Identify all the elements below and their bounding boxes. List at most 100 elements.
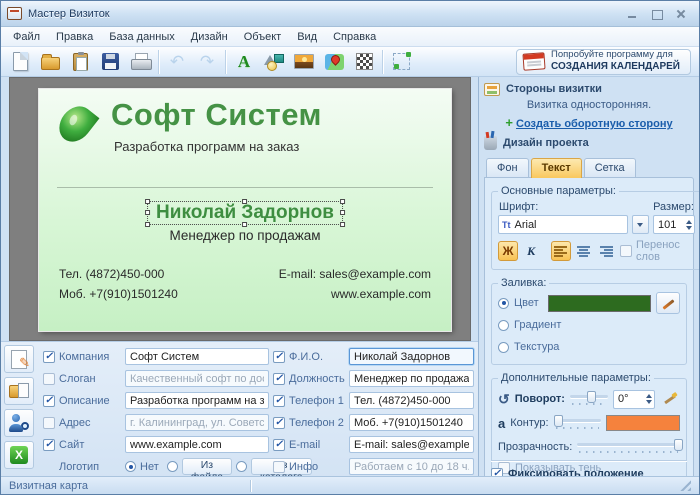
slider-thumb[interactable] [587, 391, 597, 403]
create-back-side-link[interactable]: Создать оборотную сторону [516, 118, 673, 130]
spin-down-icon[interactable] [685, 225, 692, 230]
font-family-select[interactable]: Tt Arial [498, 215, 628, 234]
tab-text[interactable]: Текст [530, 158, 582, 178]
close-button[interactable] [673, 8, 689, 20]
add-text-button[interactable]: A [229, 48, 259, 75]
card-web-block[interactable]: E-mail: sales@example.com www.example.co… [279, 265, 431, 305]
calendar-promo-button[interactable]: Попробуйте программу для СОЗДАНИЯ КАЛЕНД… [516, 48, 691, 75]
excel-export-button[interactable]: X [4, 441, 34, 469]
menu-design[interactable]: Дизайн [183, 29, 236, 45]
bold-button[interactable]: Ж [498, 241, 519, 261]
selection-button[interactable] [386, 48, 416, 75]
email-checkbox[interactable]: ✓ [273, 438, 285, 451]
logo-from-catalog-radio[interactable] [236, 461, 248, 472]
address-checkbox[interactable] [43, 416, 55, 429]
menu-edit[interactable]: Правка [48, 29, 101, 45]
edit-card-button[interactable]: ✎ [4, 345, 34, 373]
fix-position-checkbox[interactable]: ✓ [491, 468, 503, 476]
paste-button[interactable] [65, 48, 95, 75]
card-company-text[interactable]: Софт Систем [111, 97, 322, 133]
slider-thumb[interactable] [673, 439, 683, 451]
company-checkbox[interactable]: ✓ [43, 350, 55, 363]
find-contact-button[interactable] [4, 409, 34, 437]
outline-color-swatch[interactable] [606, 415, 680, 431]
card-position-text[interactable]: Менеджер по продажам [169, 228, 320, 243]
tab-background[interactable]: Фон [486, 158, 529, 178]
italic-button[interactable]: К [521, 241, 541, 261]
menu-file[interactable]: Файл [5, 29, 48, 45]
selection-box[interactable]: Николай Задорнов [145, 199, 345, 227]
phone1-checkbox[interactable]: ✓ [273, 394, 285, 407]
phone1-input[interactable] [349, 392, 474, 409]
save-button[interactable] [95, 48, 125, 75]
selection-handle[interactable] [145, 222, 151, 227]
maximize-button[interactable] [649, 8, 665, 20]
description-checkbox[interactable]: ✓ [43, 394, 55, 407]
fullname-checkbox[interactable]: ✓ [273, 350, 285, 363]
tab-grid[interactable]: Сетка [583, 158, 636, 178]
selected-text-object[interactable]: Николай Задорнов [145, 199, 345, 227]
position-input[interactable] [349, 370, 474, 387]
website-checkbox[interactable]: ✓ [43, 438, 55, 451]
new-document-button[interactable] [5, 48, 35, 75]
logo-from-file-button[interactable]: Из файла [181, 458, 233, 483]
card-phone2-text[interactable]: Моб. +7(910)1501240 [59, 285, 178, 305]
card-website-text[interactable]: www.example.com [279, 285, 431, 305]
address-input[interactable] [125, 414, 269, 431]
add-qrcode-button[interactable] [349, 48, 379, 75]
info-checkbox[interactable] [273, 460, 285, 473]
undo-button[interactable]: ↶ [162, 48, 192, 75]
redo-button[interactable]: ↷ [192, 48, 222, 75]
business-card-preview[interactable]: Софт Систем Разработка программ на заказ… [39, 89, 451, 331]
card-phones-block[interactable]: Тел. (4872)450-000 Моб. +7(910)1501240 [59, 265, 178, 305]
website-input[interactable] [125, 436, 269, 453]
card-phone1-text[interactable]: Тел. (4872)450-000 [59, 265, 178, 285]
word-wrap-checkbox[interactable] [619, 245, 632, 257]
menu-help[interactable]: Справка [325, 29, 384, 45]
selection-handle[interactable] [242, 222, 247, 227]
resize-grip[interactable] [680, 480, 691, 491]
rotation-brush-icon[interactable] [660, 389, 680, 409]
selection-handle[interactable] [145, 199, 151, 204]
description-input[interactable] [125, 392, 269, 409]
position-checkbox[interactable]: ✓ [273, 372, 285, 385]
rotation-spinner[interactable]: 0° [613, 389, 655, 409]
transparency-slider[interactable] [577, 438, 683, 456]
phone2-checkbox[interactable]: ✓ [273, 416, 285, 429]
phone2-input[interactable] [349, 414, 474, 431]
fill-gradient-radio[interactable] [498, 319, 509, 331]
add-image-button[interactable] [289, 48, 319, 75]
card-person-name-text[interactable]: Николай Задорнов [156, 202, 334, 223]
email-input[interactable] [349, 436, 474, 453]
selection-handle[interactable] [339, 210, 345, 215]
company-input[interactable] [125, 348, 269, 365]
menu-database[interactable]: База данных [101, 29, 183, 45]
menu-object[interactable]: Объект [236, 29, 289, 45]
selection-handle[interactable] [339, 199, 345, 204]
minimize-button[interactable] [625, 8, 641, 20]
print-button[interactable] [125, 48, 155, 75]
slider-thumb[interactable] [554, 415, 564, 427]
fill-color-radio[interactable] [498, 297, 509, 309]
slogan-input[interactable] [125, 370, 269, 387]
slogan-checkbox[interactable] [43, 372, 55, 385]
load-from-file-button[interactable] [4, 377, 34, 405]
card-description-text[interactable]: Разработка программ на заказ [114, 139, 299, 154]
fill-texture-radio[interactable] [498, 341, 509, 353]
selection-handle[interactable] [242, 199, 247, 204]
open-button[interactable] [35, 48, 65, 75]
card-divider-line[interactable] [57, 187, 433, 188]
card-email-text[interactable]: E-mail: sales@example.com [279, 265, 431, 285]
info-input[interactable] [349, 458, 474, 475]
color-picker-button[interactable] [656, 292, 680, 314]
font-size-spinner[interactable]: 101 [652, 215, 695, 234]
company-logo-drop-icon[interactable] [52, 99, 100, 149]
fill-color-swatch[interactable] [547, 294, 651, 312]
logo-none-radio[interactable] [125, 461, 136, 472]
outline-slider[interactable] [553, 414, 601, 432]
selection-handle[interactable] [145, 210, 151, 215]
rotation-slider[interactable] [569, 390, 608, 408]
font-dropdown-button[interactable] [631, 215, 649, 234]
selection-handle[interactable] [339, 222, 345, 227]
align-right-button[interactable] [597, 241, 617, 261]
